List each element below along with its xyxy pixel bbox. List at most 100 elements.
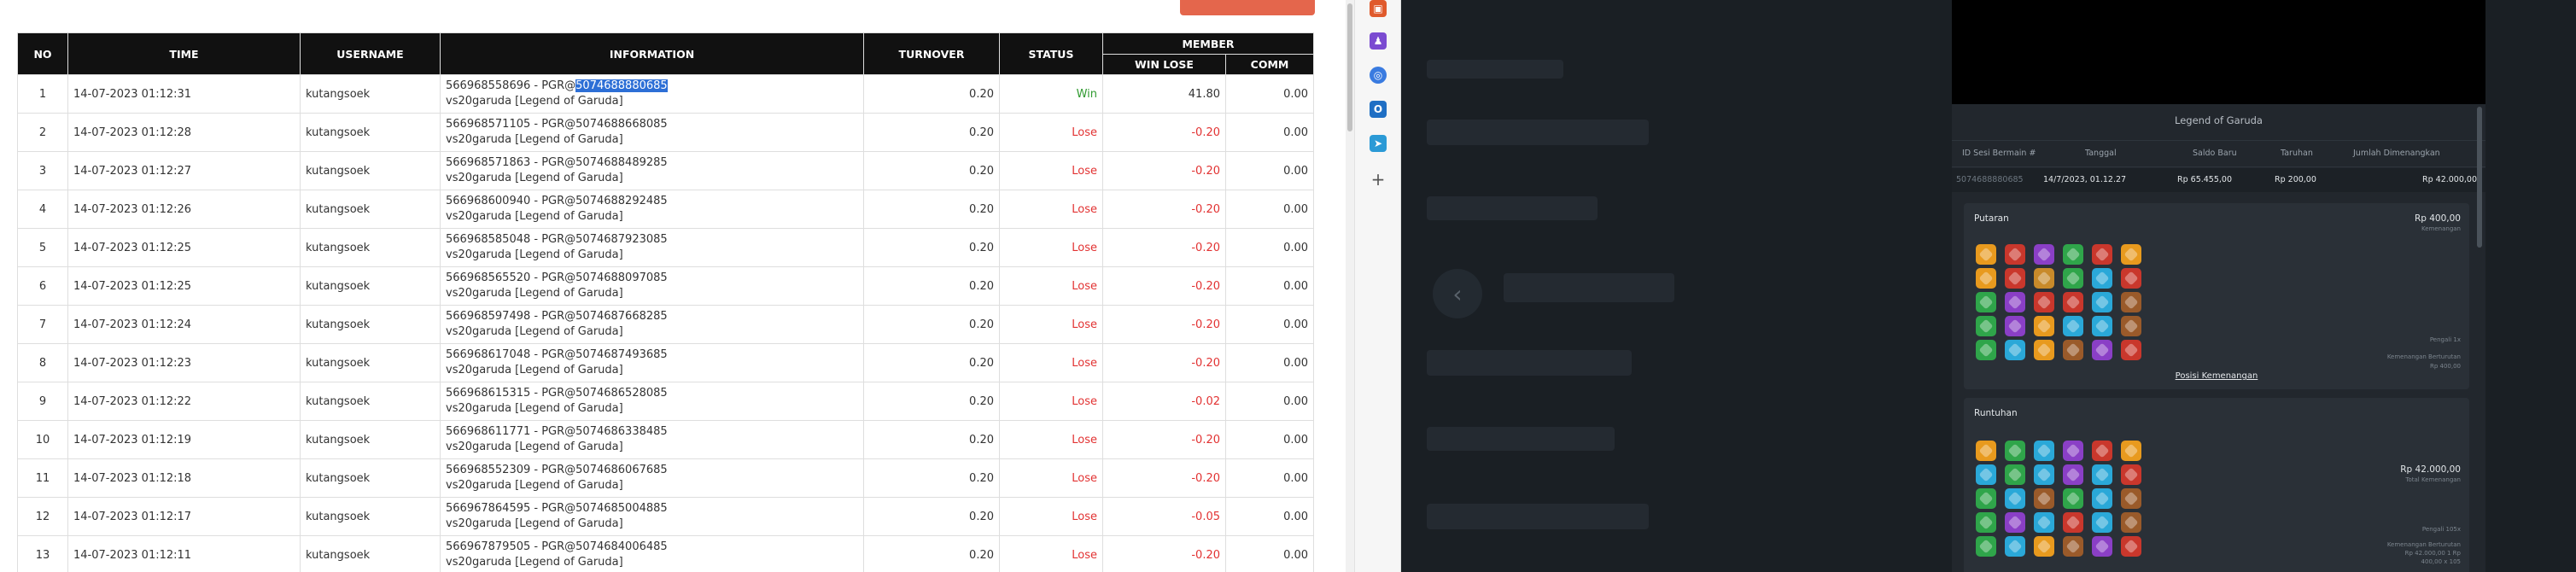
table-row: 1 14-07-2023 01:12:31 kutangsoek 5669685586… bbox=[17, 74, 1315, 114]
info-transaction-id[interactable]: 5074687923085 bbox=[575, 233, 668, 246]
gem-symbol-icon bbox=[2005, 340, 2025, 360]
game-icon[interactable]: ♟ bbox=[1370, 32, 1387, 50]
history-row[interactable]: 5074688880685 14/7/2023, 01.12.27 Rp 65.… bbox=[1952, 168, 2485, 192]
cell-information[interactable]: 566968552309 - PGR@5074686067685 vs20garu… bbox=[440, 458, 864, 498]
cell-win-lose: -0.20 bbox=[1102, 343, 1226, 382]
copilot-icon[interactable]: ◎ bbox=[1370, 67, 1387, 84]
tumble-calculation: 400,00 x 105 bbox=[2421, 558, 2461, 565]
cell-information[interactable]: 566967879505 - PGR@5074684006485 vs20garu… bbox=[440, 535, 864, 572]
cell-username: kutangsoek bbox=[300, 420, 441, 459]
cell-no: 4 bbox=[17, 190, 68, 229]
info-transaction-id[interactable]: 5074686067685 bbox=[575, 464, 668, 476]
cell-information[interactable]: 566968597498 - PGR@5074687668285 vs20garu… bbox=[440, 305, 864, 344]
info-line-1: 566968611771 - PGR@5074686338485 bbox=[446, 424, 858, 440]
info-transaction-id[interactable]: 5074686528085 bbox=[575, 387, 668, 400]
info-transaction-id[interactable]: 5074686338485 bbox=[575, 425, 668, 438]
cell-status: Lose bbox=[999, 458, 1103, 498]
cell-no: 8 bbox=[17, 343, 68, 382]
info-round: 566967879505 - PGR@ bbox=[446, 540, 576, 553]
cell-time: 14-07-2023 01:12:24 bbox=[67, 305, 301, 344]
table-row: 13 14-07-2023 01:12:11 kutangsoek 566967879… bbox=[17, 535, 1315, 572]
gem-symbol-icon bbox=[1976, 268, 1996, 289]
info-game: vs20garuda [Legend of Garuda] bbox=[446, 364, 623, 376]
info-transaction-id[interactable]: 5074688880685 bbox=[575, 79, 668, 92]
cell-no: 10 bbox=[17, 420, 68, 459]
cell-comm: 0.00 bbox=[1224, 151, 1315, 190]
table-row: 3 14-07-2023 01:12:27 kutangsoek 5669685718… bbox=[17, 151, 1315, 190]
table-row: 2 14-07-2023 01:12:28 kutangsoek 5669685711… bbox=[17, 113, 1315, 152]
info-transaction-id[interactable]: 5074687668285 bbox=[575, 310, 668, 323]
cell-turnover: 0.20 bbox=[863, 74, 1000, 114]
info-round: 566968571863 - PGR@ bbox=[446, 156, 576, 169]
cell-time: 14-07-2023 01:12:11 bbox=[67, 535, 301, 572]
cell-time: 14-07-2023 01:12:25 bbox=[67, 228, 301, 267]
info-transaction-id[interactable]: 5074688668085 bbox=[575, 118, 668, 131]
add-icon[interactable]: + bbox=[1370, 169, 1387, 190]
cell-information[interactable]: 566968571105 - PGR@5074688668085 vs20garu… bbox=[440, 113, 864, 152]
cell-information[interactable]: 566968571863 - PGR@5074688489285 vs20garu… bbox=[440, 151, 864, 190]
cell-information[interactable]: 566968565520 - PGR@5074688097085 vs20garu… bbox=[440, 266, 864, 306]
cell-comm: 0.00 bbox=[1224, 228, 1315, 267]
info-transaction-id[interactable]: 5074688489285 bbox=[575, 156, 668, 169]
info-game: vs20garuda [Legend of Garuda] bbox=[446, 95, 623, 108]
gem-symbol-icon bbox=[2121, 488, 2141, 509]
cell-no: 3 bbox=[17, 151, 68, 190]
cell-information[interactable]: 566968617048 - PGR@5074687493685 vs20garu… bbox=[440, 343, 864, 382]
col-header-no: NO bbox=[17, 32, 68, 75]
cell-comm: 0.00 bbox=[1224, 190, 1315, 229]
send-icon[interactable]: ➤ bbox=[1370, 135, 1387, 152]
screen: NO TIME USERNAME INFORMATION TURNOVER ST… bbox=[0, 0, 2576, 572]
info-transaction-id[interactable]: 5074684006485 bbox=[575, 540, 668, 553]
gem-symbol-icon bbox=[2034, 292, 2054, 312]
col-header-member: MEMBER bbox=[1101, 32, 1315, 55]
cell-information[interactable]: 566968611771 - PGR@5074686338485 vs20garu… bbox=[440, 420, 864, 459]
info-transaction-id[interactable]: 5074687493685 bbox=[575, 348, 668, 361]
cell-status: Lose bbox=[999, 535, 1103, 572]
cell-status: Lose bbox=[999, 190, 1103, 229]
cell-no: 5 bbox=[17, 228, 68, 267]
info-transaction-id[interactable]: 5074688097085 bbox=[575, 271, 668, 284]
gem-symbol-icon bbox=[2092, 316, 2112, 336]
toolbox-icon[interactable]: ▣ bbox=[1370, 0, 1387, 17]
cell-information[interactable]: 566968600940 - PGR@5074688292485 vs20garu… bbox=[440, 190, 864, 229]
gem-symbol-icon bbox=[2121, 464, 2141, 485]
cell-information[interactable]: 566967864595 - PGR@5074685004885 vs20garu… bbox=[440, 497, 864, 536]
cell-information[interactable]: 566968558696 - PGR@5074688880685 vs20garu… bbox=[440, 74, 864, 114]
info-line-1: 566968585048 - PGR@5074687923085 bbox=[446, 232, 858, 248]
top-action-button[interactable] bbox=[1180, 0, 1315, 15]
cell-no: 9 bbox=[17, 382, 68, 421]
cell-time: 14-07-2023 01:12:22 bbox=[67, 382, 301, 421]
cell-username: kutangsoek bbox=[300, 497, 441, 536]
cell-no: 7 bbox=[17, 305, 68, 344]
cell-no: 2 bbox=[17, 113, 68, 152]
history-bet: Rp 200,00 bbox=[2275, 175, 2316, 184]
cell-turnover: 0.20 bbox=[863, 497, 1000, 536]
cell-comm: 0.00 bbox=[1224, 113, 1315, 152]
info-transaction-id[interactable]: 5074685004885 bbox=[575, 502, 668, 515]
game-history-panel: Legend of Garuda ID Sesi Bermain # Tangg… bbox=[1952, 0, 2485, 572]
tumble-amount: Rp 42.000,00 bbox=[2400, 464, 2461, 475]
cell-no: 11 bbox=[17, 458, 68, 498]
winning-positions-link[interactable]: Posisi Kemenangan bbox=[1964, 371, 2469, 381]
cell-turnover: 0.20 bbox=[863, 113, 1000, 152]
page-scrollbar[interactable] bbox=[1346, 0, 1354, 572]
cell-information[interactable]: 566968615315 - PGR@5074686528085 vs20garu… bbox=[440, 382, 864, 421]
report-panel: NO TIME USERNAME INFORMATION TURNOVER ST… bbox=[0, 0, 1346, 572]
cell-information[interactable]: 566968585048 - PGR@5074687923085 vs20garu… bbox=[440, 228, 864, 267]
info-line-1: 566967879505 - PGR@5074684006485 bbox=[446, 540, 858, 555]
gem-symbol-icon bbox=[2034, 512, 2054, 533]
cell-status: Lose bbox=[999, 228, 1103, 267]
history-round-id: 5074688880685 bbox=[1956, 175, 2024, 184]
scrollbar-thumb[interactable] bbox=[1347, 3, 1352, 131]
info-transaction-id[interactable]: 5074688292485 bbox=[575, 195, 668, 207]
history-scrollbar[interactable] bbox=[2477, 107, 2482, 248]
cell-comm: 0.00 bbox=[1224, 382, 1315, 421]
history-col-new-balance: Saldo Baru bbox=[2193, 149, 2237, 158]
info-game: vs20garuda [Legend of Garuda] bbox=[446, 210, 623, 223]
prev-arrow-button[interactable]: ‹ bbox=[1433, 269, 1482, 318]
cell-turnover: 0.20 bbox=[863, 190, 1000, 229]
spin-consecutive-amount: Rp 400,00 bbox=[2429, 363, 2461, 370]
table-row: 10 14-07-2023 01:12:19 kutangsoek 566968611… bbox=[17, 420, 1315, 459]
outlook-icon[interactable]: O bbox=[1370, 101, 1387, 118]
info-line-1: 566967864595 - PGR@5074685004885 bbox=[446, 501, 858, 517]
